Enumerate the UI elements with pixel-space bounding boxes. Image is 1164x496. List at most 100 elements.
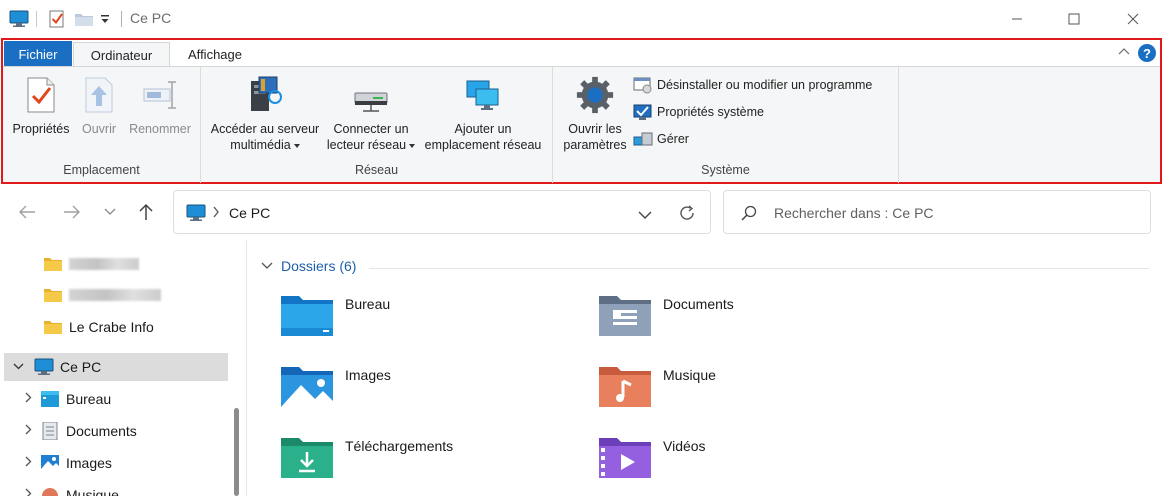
nav-item-musique[interactable]: Musique <box>20 481 119 496</box>
breadcrumb-separator-icon[interactable] <box>212 206 220 221</box>
nav-item-label: Le Crabe Info <box>69 319 154 335</box>
properties-icon <box>21 73 61 117</box>
nav-item-documents[interactable]: Documents <box>20 417 137 445</box>
nav-item-this-pc[interactable]: Ce PC <box>4 353 228 381</box>
chevron-down-icon <box>104 208 116 215</box>
group-label-systeme: Système <box>701 163 750 177</box>
folder-tile-videos[interactable]: Vidéos <box>597 434 706 482</box>
group-reseau: Accéder au serveur multimédia Connecter … <box>201 67 553 183</box>
media-server-button[interactable]: Accéder au serveur multimédia <box>207 73 323 153</box>
uninstall-icon <box>633 76 653 94</box>
map-drive-label-2: lecteur réseau <box>327 137 415 153</box>
minimize-button[interactable] <box>994 0 1039 38</box>
gear-icon <box>575 73 615 117</box>
refresh-icon[interactable] <box>678 204 696 225</box>
back-button[interactable] <box>15 200 39 224</box>
nav-item-label: Ce PC <box>60 359 102 375</box>
arrow-up-icon <box>139 203 153 220</box>
folder-label: Musique <box>663 367 716 383</box>
address-bar[interactable]: Ce PC <box>173 190 711 234</box>
properties-quick-icon[interactable] <box>48 10 66 28</box>
open-settings-button[interactable]: Ouvrir les paramètres <box>557 73 633 153</box>
add-location-label-1: Ajouter un <box>454 122 512 136</box>
help-button[interactable]: ? <box>1138 44 1156 62</box>
pictures-folder-icon <box>281 367 333 407</box>
maximize-button[interactable] <box>1051 0 1096 38</box>
folder-label: Bureau <box>345 296 391 312</box>
chevron-right-icon[interactable] <box>20 456 36 470</box>
folders-group-title: Dossiers (6) <box>281 258 357 274</box>
desktop-folder-icon <box>41 391 59 407</box>
this-pc-icon[interactable] <box>9 10 29 28</box>
search-box[interactable]: Rechercher dans : Ce PC <box>723 190 1151 234</box>
map-network-drive-button[interactable]: Connecter un lecteur réseau <box>323 73 419 153</box>
add-network-location-button[interactable]: Ajouter un emplacement réseau <box>421 73 545 153</box>
new-folder-quick-icon[interactable] <box>74 11 94 27</box>
folder-tile-images[interactable]: Images <box>279 363 391 411</box>
nav-item-label: Musique <box>66 487 119 496</box>
navigation-pane: Le Crabe Info Ce PC Bureau Documents Ima… <box>0 240 246 496</box>
nav-item-images[interactable]: Images <box>20 449 112 477</box>
collapse-ribbon-icon[interactable] <box>1118 44 1130 58</box>
folder-tile-telechargements[interactable]: Téléchargements <box>279 434 453 482</box>
rename-label: Renommer <box>129 122 191 136</box>
manage-button[interactable]: Gérer <box>633 130 689 148</box>
customize-quick-access-icon[interactable] <box>99 12 111 26</box>
nav-item-label: Bureau <box>66 391 112 407</box>
folder-icon <box>44 321 62 334</box>
uninstall-program-button[interactable]: Désinstaller ou modifier un programme <box>633 76 872 94</box>
minimize-icon <box>1011 18 1022 20</box>
nav-item-folder-blurred-1[interactable] <box>44 250 139 278</box>
properties-button[interactable]: Propriétés <box>9 73 73 137</box>
nav-item-le-crabe-info[interactable]: Le Crabe Info <box>44 313 154 341</box>
ribbon-tabs: Fichier Ordinateur Affichage ? <box>3 40 1160 67</box>
system-properties-icon <box>633 103 653 121</box>
chevron-right-icon[interactable] <box>20 488 36 496</box>
section-divider <box>369 268 1149 269</box>
media-server-label-2: multimédia <box>230 137 299 153</box>
close-icon <box>1127 13 1138 25</box>
folder-tile-bureau[interactable]: Bureau <box>279 292 390 340</box>
folders-group-header[interactable]: Dossiers (6) <box>261 258 356 274</box>
forward-button[interactable] <box>60 200 84 224</box>
arrow-right-icon <box>64 205 80 219</box>
folder-label: Vidéos <box>663 438 706 454</box>
chevron-down-icon[interactable] <box>10 361 26 373</box>
up-button[interactable] <box>134 200 158 224</box>
chevron-right-icon[interactable] <box>20 424 36 438</box>
close-button[interactable] <box>1110 0 1155 38</box>
rename-icon <box>140 73 180 117</box>
system-properties-button[interactable]: Propriétés système <box>633 103 764 121</box>
nav-item-bureau[interactable]: Bureau <box>20 385 111 413</box>
tab-affichage[interactable]: Affichage <box>173 42 257 67</box>
desktop-folder-icon <box>281 296 333 336</box>
breadcrumb-this-pc[interactable]: Ce PC <box>229 205 270 221</box>
open-button[interactable]: Ouvrir <box>77 73 121 137</box>
recent-locations-button[interactable] <box>98 200 122 224</box>
address-history-icon[interactable] <box>638 208 652 223</box>
music-folder-icon <box>599 367 651 407</box>
chevron-right-icon[interactable] <box>20 392 36 406</box>
settings-label-1: Ouvrir les <box>568 122 622 136</box>
group-systeme: Ouvrir les paramètres Désinstaller ou mo… <box>553 67 899 183</box>
rename-button[interactable]: Renommer <box>127 73 193 137</box>
tab-ordinateur[interactable]: Ordinateur <box>73 42 170 67</box>
tab-fichier[interactable]: Fichier <box>4 41 72 67</box>
navigation-bar: Ce PC Rechercher dans : Ce PC <box>0 186 1164 238</box>
nav-item-label: Documents <box>66 423 137 439</box>
ribbon: Fichier Ordinateur Affichage ? Propriété… <box>1 38 1162 184</box>
content-area: Dossiers (6) Bureau Documents Images Mus… <box>247 240 1164 496</box>
folder-icon <box>44 289 62 302</box>
nav-item-folder-blurred-2[interactable] <box>44 281 161 309</box>
search-input[interactable]: Rechercher dans : Ce PC <box>774 205 934 221</box>
this-pc-icon <box>186 204 206 225</box>
nav-item-label <box>69 258 139 270</box>
folder-tile-musique[interactable]: Musique <box>597 363 716 411</box>
nav-pane-scrollbar[interactable] <box>234 408 239 496</box>
manage-label: Gérer <box>657 132 689 146</box>
nav-item-label <box>69 289 161 301</box>
this-pc-icon <box>34 358 54 375</box>
settings-label-2: paramètres <box>563 138 627 152</box>
title-bar: Ce PC <box>0 0 1164 38</box>
folder-tile-documents[interactable]: Documents <box>597 292 734 340</box>
